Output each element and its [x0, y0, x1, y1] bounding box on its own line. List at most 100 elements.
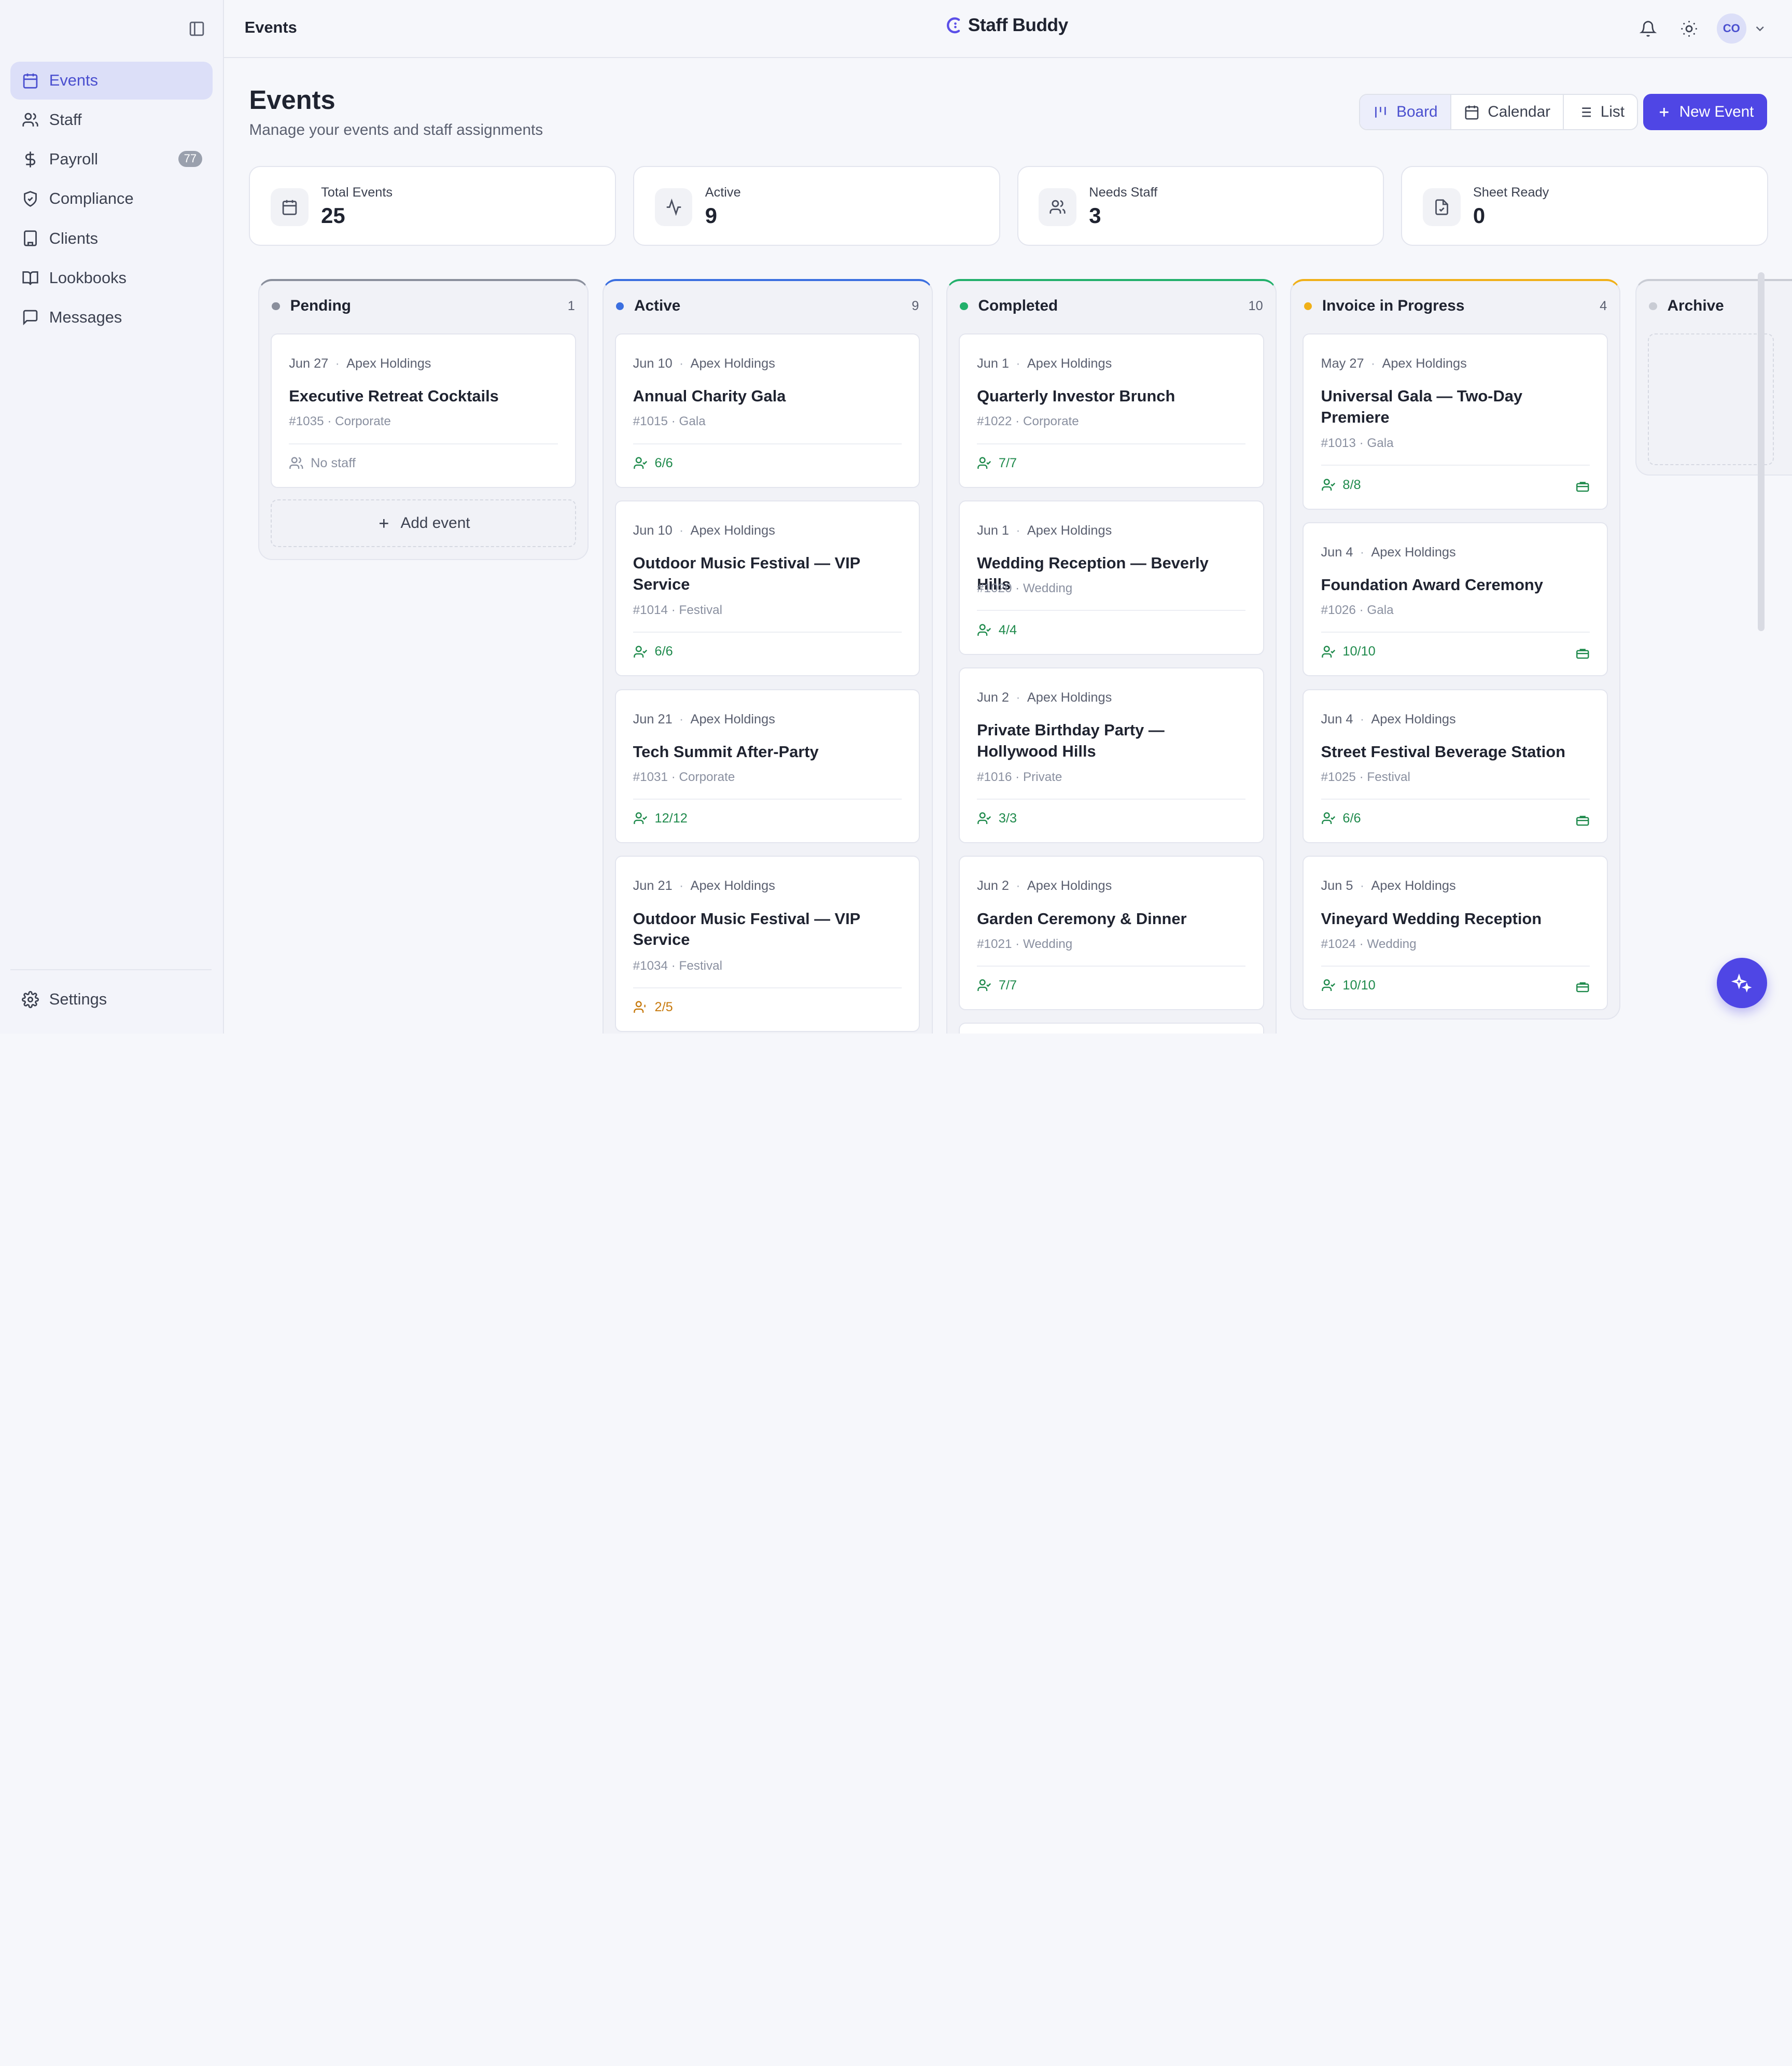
assistant-fab-button[interactable]: [1716, 958, 1767, 1008]
card-client: Apex Holdings: [690, 878, 775, 894]
list-icon: [1577, 103, 1594, 120]
bell-icon[interactable]: [1634, 15, 1662, 43]
event-card[interactable]: Jun 2 · Apex Holdings Private Birthday Par…: [959, 667, 1264, 844]
event-card[interactable]: Jun 10 · Apex Holdings Annual Charity Gala…: [614, 333, 920, 488]
status-dot: [1649, 302, 1657, 310]
page-title: Events: [249, 85, 335, 115]
card-staff-label: 7/7: [998, 978, 1017, 993]
column-count: 1: [567, 298, 575, 313]
add-event-button[interactable]: Add event: [271, 499, 576, 548]
card-staff-count: 10/10: [1321, 644, 1376, 659]
new-event-label: New Event: [1679, 103, 1754, 120]
event-card[interactable]: Jun 1 · Apex Holdings Quarterly Investor B…: [959, 333, 1264, 488]
calendar-icon: [1464, 103, 1481, 120]
card-staff-label: 3/3: [998, 811, 1017, 826]
sidebar-item-staff[interactable]: Staff: [10, 101, 213, 139]
event-card[interactable]: Jun 10 · Apex Holdings Outdoor Music Festi…: [614, 500, 920, 677]
view-calendar-button[interactable]: Calendar: [1451, 94, 1564, 130]
event-card[interactable]: Jun 27 · Apex Holdings Executive Retreat C…: [271, 333, 576, 488]
sidebar-item-messages[interactable]: Messages: [10, 298, 213, 336]
event-card[interactable]: Jun 4 · Apex Holdings Foundation Award Cer…: [1303, 522, 1608, 677]
add-event-label: Add event: [400, 514, 470, 532]
column-header: Archive: [1636, 281, 1792, 331]
sidebar-item-compliance[interactable]: Compliance: [10, 180, 213, 218]
sidebar-toggle-icon[interactable]: [185, 17, 208, 40]
column-title: Completed: [978, 297, 1058, 315]
card-title: Foundation Award Ceremony: [1321, 576, 1543, 594]
card-staff-count: 2/5: [633, 1000, 673, 1015]
board-icon: [1373, 103, 1390, 120]
card-staff-count: 6/6: [633, 644, 673, 659]
sidebar-item-settings[interactable]: Settings: [10, 981, 213, 1018]
card-staff-label: 2/5: [654, 999, 673, 1014]
activity-icon: [654, 188, 693, 227]
card-staff-label: 6/6: [654, 455, 673, 470]
card-title: Outdoor Music Festival — VIP Service: [633, 909, 860, 949]
card-subtitle: #1035 · Corporate: [289, 414, 391, 429]
new-event-button[interactable]: New Event: [1643, 93, 1767, 131]
sun-icon[interactable]: [1675, 15, 1703, 43]
stat-label: Total Events: [321, 185, 393, 200]
event-card[interactable]: Jun 21 · Apex Holdings Tech Summit After-P…: [614, 689, 920, 844]
event-card[interactable]: Jun 21 · Apex Holdings Outdoor Music Festi…: [614, 856, 920, 1032]
topbar-title: Events: [244, 18, 297, 37]
card-meta: Jun 4 · Apex Holdings: [1321, 711, 1456, 727]
board-column-invoice: Invoice in Progress 4 May 27 · Apex Holdin…: [1290, 278, 1621, 1020]
card-staff-label: 6/6: [1342, 811, 1361, 826]
view-label: Board: [1396, 103, 1438, 120]
sidebar-item-clients[interactable]: Clients: [10, 219, 213, 257]
card-subtitle: #1013 · Gala: [1321, 436, 1394, 451]
card-title: Quarterly Investor Brunch: [977, 387, 1175, 406]
status-dot: [615, 302, 624, 310]
calendar-icon: [271, 188, 309, 227]
top-bar: Events Staff Buddy CO: [224, 0, 1792, 59]
stat-needs-staff: Needs Staff 3: [1017, 165, 1384, 246]
event-card[interactable]: Jun 2 · Apex Holdings Garden Ceremony & Di…: [959, 856, 1264, 1010]
board-scrollbar[interactable]: [1757, 272, 1765, 631]
card-date: Jun 21: [633, 711, 673, 727]
event-card[interactable]: Jun 4 · Apex Holdings Street Festival Beve…: [1303, 689, 1608, 844]
card-subtitle: #1020 · Wedding: [977, 581, 1073, 596]
sidebar-item-payroll[interactable]: Payroll 77: [10, 141, 213, 178]
column-title: Active: [634, 297, 681, 315]
brand-name: Staff Buddy: [968, 15, 1068, 35]
board-column-archive: Archive: [1635, 278, 1792, 476]
card-date: Jun 2: [977, 878, 1010, 894]
sidebar-item-lookbooks[interactable]: Lookbooks: [10, 259, 213, 297]
status-dot: [960, 302, 968, 310]
event-card[interactable]: [959, 1023, 1264, 1034]
card-title: Garden Ceremony & Dinner: [977, 909, 1187, 928]
column-count: 10: [1248, 298, 1263, 313]
topbar-actions: CO: [1634, 13, 1767, 44]
column-title: Pending: [290, 297, 351, 315]
event-card[interactable]: Jun 5 · Apex Holdings Vineyard Wedding Rec…: [1303, 856, 1608, 1010]
chevron-down-icon[interactable]: [1753, 22, 1767, 35]
user-check-icon: [1321, 811, 1336, 826]
stat-value: 0: [1473, 203, 1486, 228]
user-menu[interactable]: CO: [1716, 13, 1767, 44]
user-check-icon: [1321, 978, 1336, 993]
avatar[interactable]: CO: [1716, 13, 1746, 44]
card-title: Outdoor Music Festival — VIP Service: [633, 554, 860, 593]
card-date: Jun 27: [289, 356, 329, 371]
card-client: Apex Holdings: [690, 356, 775, 371]
event-card[interactable]: May 27 · Apex Holdings Universal Gala — Tw…: [1303, 333, 1608, 510]
stat-label: Active: [705, 185, 741, 200]
card-client: Apex Holdings: [346, 356, 431, 371]
card-client: Apex Holdings: [1371, 878, 1456, 894]
sidebar-item-label: Settings: [49, 990, 107, 1009]
user-check-icon: [977, 623, 992, 638]
board-column-completed: Completed 10 Jun 1 · Apex Holdings Quarter…: [946, 278, 1277, 1034]
card-staff-count: 12/12: [633, 811, 688, 826]
card-title: Vineyard Wedding Reception: [1321, 909, 1542, 928]
event-card[interactable]: Jun 1 · Apex Holdings Wedding Reception — …: [959, 500, 1264, 655]
card-date: May 27: [1321, 356, 1364, 371]
sidebar-item-label: Messages: [49, 308, 122, 326]
sidebar: Events Staff Payroll 77 Compliance Clien…: [0, 0, 224, 1034]
sidebar-item-label: Payroll: [49, 150, 99, 169]
view-board-button[interactable]: Board: [1360, 94, 1451, 130]
sidebar-item-events[interactable]: Events: [10, 62, 213, 100]
card-subtitle: #1031 · Corporate: [633, 770, 735, 784]
invoice-icon: [1576, 980, 1589, 994]
view-list-button[interactable]: List: [1564, 95, 1637, 130]
